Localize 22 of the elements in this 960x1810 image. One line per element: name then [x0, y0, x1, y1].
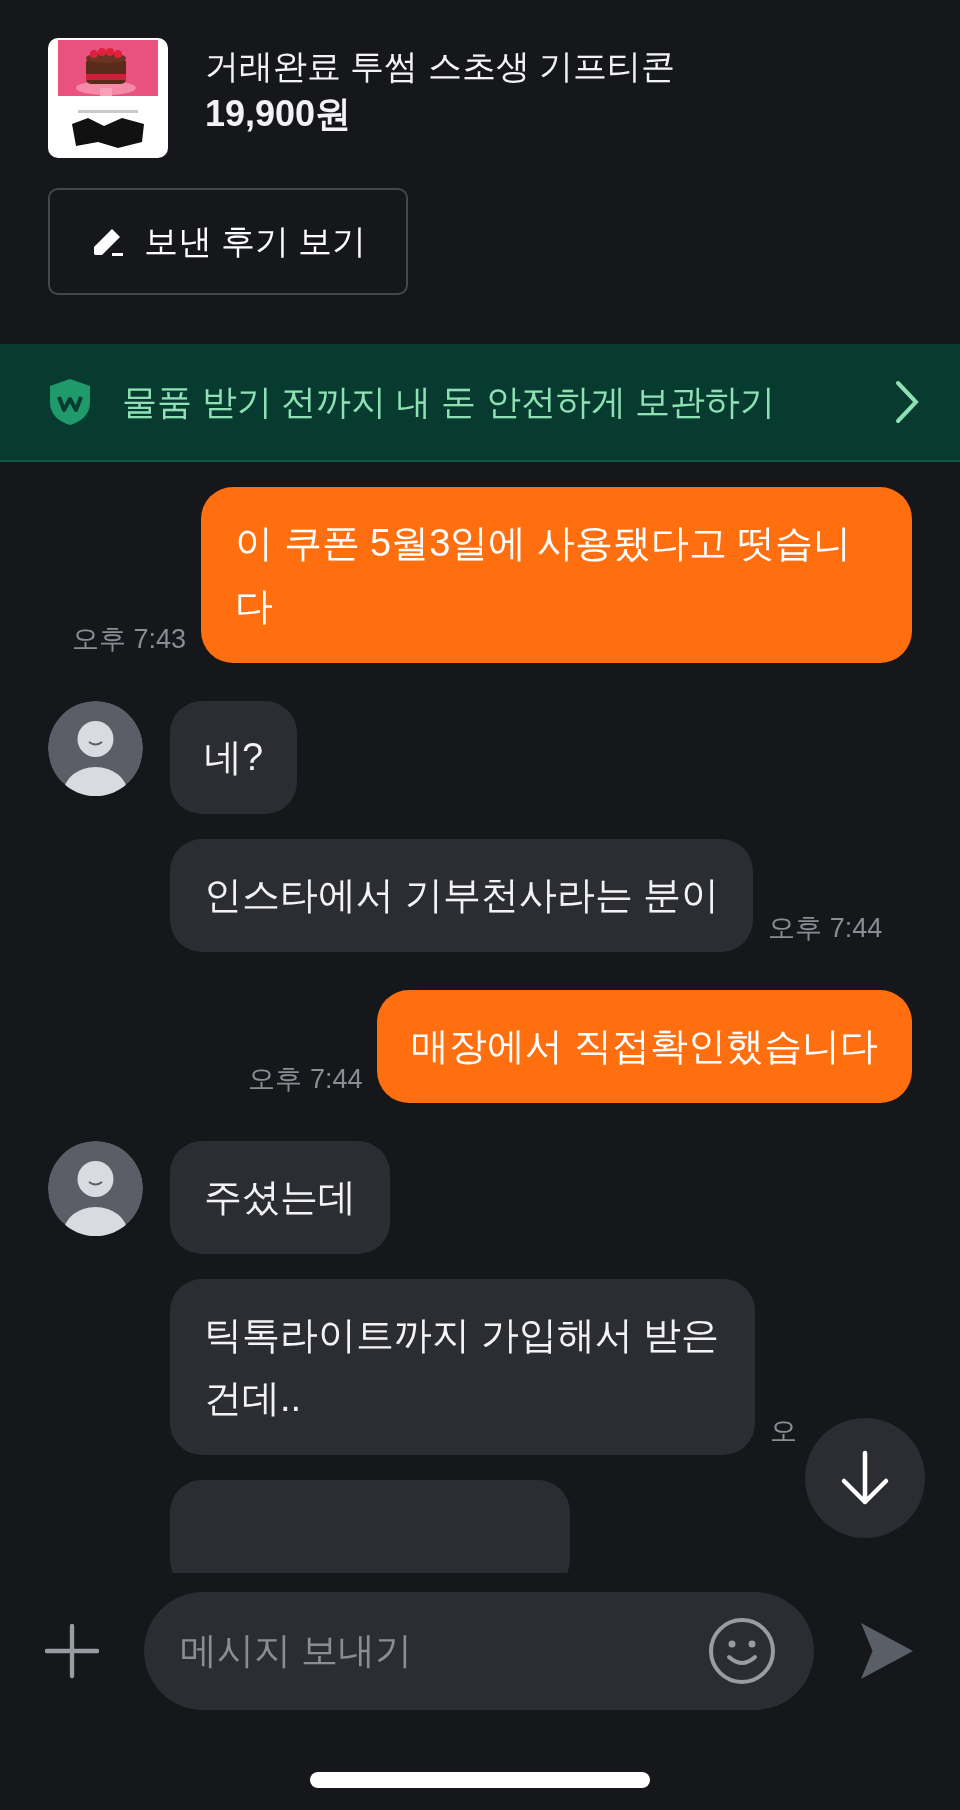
message-time: 오	[770, 1415, 797, 1448]
product-title: 거래완료 투썸 스초생 기프티콘	[205, 46, 676, 86]
message-bubble: 매장에서 직접확인했습니다	[377, 990, 912, 1103]
message-bubble: 인스타에서 기부천사라는 분이	[170, 839, 754, 952]
shield-icon	[48, 377, 92, 427]
message-time: 오후 7:44	[768, 912, 883, 945]
send-icon[interactable]	[859, 1620, 915, 1682]
message-time: 오후 7:43	[71, 623, 186, 656]
message-bubble: 주셨는데	[170, 1141, 390, 1254]
chevron-right-icon	[894, 380, 920, 424]
message-bubble: 이 쿠폰 5월3일에 사용됐다고 떳습니다	[201, 487, 912, 663]
safe-payment-banner[interactable]: 물품 받기 전까지 내 돈 안전하게 보관하기	[0, 344, 960, 462]
plus-icon[interactable]	[45, 1623, 100, 1679]
message-bubble: 네?	[170, 701, 298, 814]
banner-text: 물품 받기 전까지 내 돈 안전하게 보관하기	[122, 380, 777, 423]
message-bubble: 틱톡라이트까지 가입해서 받은건데..	[170, 1279, 755, 1455]
review-button[interactable]: 보낸 후기 보기	[48, 188, 408, 295]
emoji-icon[interactable]	[708, 1617, 777, 1685]
product-price: 19,900원	[205, 92, 353, 136]
arrow-down-icon	[840, 1450, 890, 1506]
message-input[interactable]: 메시지 보내기	[144, 1592, 815, 1710]
message-time: 오후 7:44	[248, 1063, 363, 1096]
